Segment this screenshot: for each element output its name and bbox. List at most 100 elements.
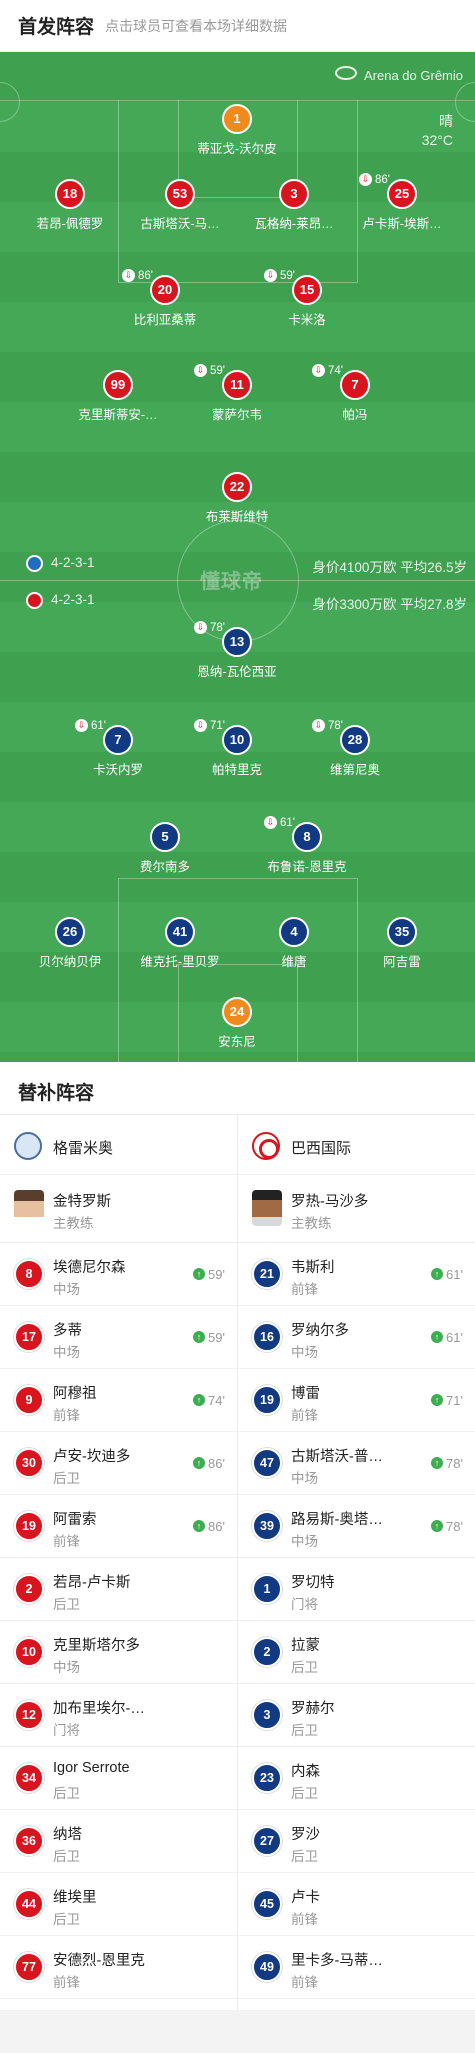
substitute-row[interactable]: 17 多蒂 中场 ↑ 59': [0, 1306, 237, 1369]
player-marker[interactable]: 15 ⇩ 59' 卡米洛: [237, 269, 377, 328]
substitute-row[interactable]: 2 拉蒙 后卫: [238, 1621, 475, 1684]
substitute-position: 后卫: [53, 1597, 80, 1612]
player-name: 布莱斯维特: [205, 510, 269, 524]
player-number: 7: [340, 370, 370, 400]
substitution-badge: ⇩ 74': [312, 364, 343, 378]
substitute-row[interactable]: 3 罗赫尔 后卫: [238, 1684, 475, 1747]
substitute-row[interactable]: 8 埃德尼尔森 中场 ↑ 59': [0, 1243, 237, 1306]
sub-in-minute: 71': [446, 1393, 463, 1408]
home-team-row: 格雷米奥: [0, 1115, 237, 1175]
substitute-position: 后卫: [53, 1471, 80, 1486]
player-number: 24: [222, 997, 252, 1027]
player-marker[interactable]: 24 安东尼: [167, 997, 307, 1050]
coach-role: 主教练: [291, 1216, 332, 1231]
player-number: 25: [387, 179, 417, 209]
substitute-name: 阿穆祖: [53, 1386, 97, 1402]
away-team-row: 巴西国际: [238, 1115, 475, 1175]
player-marker[interactable]: 1 蒂亚戈-沃尔皮: [167, 104, 307, 157]
sub-in-minute: 59': [208, 1330, 225, 1345]
substitute-name: 阿雷索: [53, 1512, 97, 1528]
player-marker[interactable]: 13 ⇩ 78' 恩纳-瓦伦西亚: [167, 621, 307, 680]
away-substitutes: 巴西国际 罗热-马沙多 主教练 21 韦斯利 前锋 ↑ 61' 16 罗纳尔多 中场 ↑ 61' 1…: [238, 1115, 475, 1999]
home-formation: 4-2-3-1: [26, 555, 95, 572]
substitute-row[interactable]: 44 维埃里 后卫: [0, 1873, 237, 1936]
sub-in-minute: 78': [446, 1456, 463, 1471]
player-number: 7: [103, 725, 133, 755]
substitution-badge: ⇩ 78': [194, 621, 225, 635]
coach-name: 金特罗斯: [53, 1194, 111, 1210]
substitute-row[interactable]: 47 古斯塔沃-普… 中场 ↑ 78': [238, 1432, 475, 1495]
substitute-row[interactable]: 49 里卡多-马蒂… 前锋: [238, 1936, 475, 1999]
substitute-position: 后卫: [291, 1723, 318, 1738]
substitute-name: 卢卡: [291, 1890, 320, 1906]
substitute-row[interactable]: 39 路易斯-奥塔… 中场 ↑ 78': [238, 1495, 475, 1558]
home-coach-row[interactable]: 金特罗斯 主教练: [0, 1175, 237, 1243]
substitute-row[interactable]: 19 阿雷索 前锋 ↑ 86': [0, 1495, 237, 1558]
gremio-badge-icon: [26, 555, 43, 572]
player-name: 布鲁诺-恩里克: [267, 860, 347, 874]
player-marker[interactable]: 20 ⇩ 86' 比利亚桑蒂: [95, 269, 235, 328]
player-marker[interactable]: 7 ⇩ 74' 帕冯: [285, 364, 425, 423]
sub-in-minute: 61': [446, 1267, 463, 1282]
player-marker[interactable]: 5 费尔南多: [95, 822, 235, 875]
substitute-row[interactable]: 23 内森 后卫: [238, 1747, 475, 1810]
player-marker[interactable]: 35 阿吉雷: [332, 917, 472, 970]
substitute-row[interactable]: 45 卢卡 前锋: [238, 1873, 475, 1936]
player-number: 3: [279, 179, 309, 209]
substitution-badge: ⇩ 59': [194, 364, 225, 378]
substitute-name: 卢安-坎迪多: [53, 1449, 131, 1465]
substitute-number: 77: [14, 1952, 44, 1982]
substitute-row[interactable]: 12 加布里埃尔-… 门将: [0, 1684, 237, 1747]
sub-in-icon: ↑: [193, 1331, 206, 1343]
substitute-number: 30: [14, 1448, 44, 1478]
coach-name: 罗热-马沙多: [291, 1194, 369, 1210]
player-name: 蒂亚戈-沃尔皮: [197, 142, 277, 156]
sub-in-icon: ↑: [431, 1268, 444, 1280]
player-number: 5: [150, 822, 180, 852]
substitute-position: 后卫: [53, 1786, 80, 1801]
away-coach-row[interactable]: 罗热-马沙多 主教练: [238, 1175, 475, 1243]
sub-out-icon: ⇩: [264, 269, 277, 282]
substitute-row[interactable]: 36 纳塔 后卫: [0, 1810, 237, 1873]
sub-in-minute: 86': [208, 1519, 225, 1534]
substitute-row[interactable]: 27 罗沙 后卫: [238, 1810, 475, 1873]
player-marker[interactable]: 28 ⇩ 78' 维第尼奥: [285, 719, 425, 778]
substitution-minute: 61': [91, 720, 106, 732]
player-number: 35: [387, 917, 417, 947]
watermark: 懂球帝: [200, 571, 263, 593]
internacional-logo-icon: [252, 1132, 280, 1160]
page-footer-space: [0, 2010, 475, 2053]
substitute-position: 前锋: [53, 1408, 80, 1423]
substitute-position: 中场: [53, 1660, 80, 1675]
substitutes-section: 替补阵容 格雷米奥 金特罗斯 主教练 8 埃德尼尔森 中场 ↑ 59' 17 多蒂 中场 ↑ 59…: [0, 1062, 475, 2010]
substitute-position: 后卫: [53, 1849, 80, 1864]
sub-in-icon: ↑: [431, 1457, 444, 1469]
substitute-row[interactable]: 19 博雷 前锋 ↑ 71': [238, 1369, 475, 1432]
substitute-position: 中场: [53, 1282, 80, 1297]
substitute-number: 21: [252, 1259, 282, 1289]
substitute-position: 中场: [291, 1471, 318, 1486]
substitute-row[interactable]: 10 克里斯塔尔多 中场: [0, 1621, 237, 1684]
substitute-row[interactable]: 21 韦斯利 前锋 ↑ 61': [238, 1243, 475, 1306]
away-market-value: 身价3300万欧: [312, 597, 397, 612]
coach-role: 主教练: [53, 1216, 94, 1231]
substitute-row[interactable]: 30 卢安-坎迪多 后卫 ↑ 86': [0, 1432, 237, 1495]
player-number: 10: [222, 725, 252, 755]
substitute-position: 后卫: [291, 1660, 318, 1675]
substitute-number: 47: [252, 1448, 282, 1478]
player-name: 卢卡斯-埃斯…: [362, 217, 442, 231]
section-subtitle: 点击球员可查看本场详细数据: [105, 18, 287, 34]
substitute-number: 44: [14, 1889, 44, 1919]
player-marker[interactable]: 22 布莱斯维特: [167, 472, 307, 525]
sub-in-time: ↑ 61': [431, 1330, 463, 1345]
substitute-name: 博雷: [291, 1386, 320, 1402]
substitute-row[interactable]: 34 Igor Serrote 后卫: [0, 1747, 237, 1810]
player-marker[interactable]: 25 ⇩ 86' 卢卡斯-埃斯…: [332, 173, 472, 232]
substitute-position: 前锋: [291, 1282, 318, 1297]
substitute-row[interactable]: 16 罗纳尔多 中场 ↑ 61': [238, 1306, 475, 1369]
substitute-row[interactable]: 9 阿穆祖 前锋 ↑ 74': [0, 1369, 237, 1432]
substitute-row[interactable]: 2 若昂-卢卡斯 后卫: [0, 1558, 237, 1621]
substitute-row[interactable]: 1 罗切特 门将: [238, 1558, 475, 1621]
player-marker[interactable]: 8 ⇩ 61' 布鲁诺-恩里克: [237, 816, 377, 875]
substitute-row[interactable]: 77 安德烈-恩里克 前锋: [0, 1936, 237, 1999]
